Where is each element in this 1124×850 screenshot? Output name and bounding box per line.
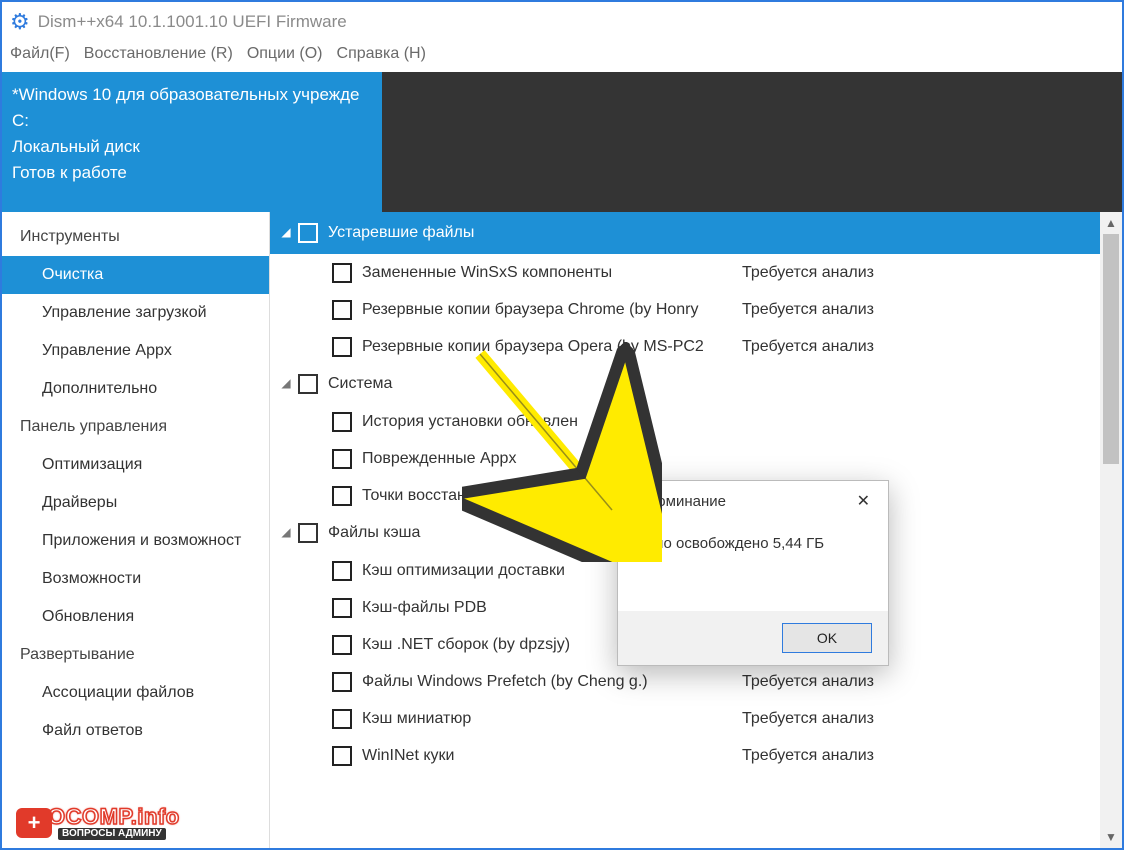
checkbox[interactable] [332, 561, 352, 581]
tree-item[interactable]: Кэш миниатюрТребуется анализ [270, 700, 1100, 737]
sidebar-item-appx[interactable]: Управление Appx [2, 332, 269, 370]
reminder-dialog: Напоминание ✕ Было освобождено 5,44 ГБ O… [617, 480, 889, 666]
vertical-scrollbar[interactable]: ▲ ▼ [1100, 212, 1122, 848]
tree-item[interactable]: Резервные копии браузера Opera (by MS-PC… [270, 328, 1100, 365]
sidebar-item-cleanup[interactable]: Очистка [2, 256, 269, 294]
checkbox[interactable] [332, 486, 352, 506]
checkbox[interactable] [332, 263, 352, 283]
category-system[interactable]: ◢ Система [270, 365, 1100, 403]
close-icon[interactable]: ✕ [851, 487, 876, 515]
sidebar-item-drivers[interactable]: Драйверы [2, 484, 269, 522]
checkbox[interactable] [298, 523, 318, 543]
menubar: Файл(F) Восстановление (R) Опции (O) Спр… [2, 42, 1122, 72]
watermark-text: OCOMP.info [48, 806, 180, 828]
checkbox[interactable] [332, 598, 352, 618]
sidebar-group-deploy[interactable]: Развертывание [2, 636, 269, 674]
image-line-drive: C: [12, 108, 372, 134]
category-obsolete[interactable]: ◢ Устаревшие файлы [270, 212, 1100, 254]
chevron-down-icon[interactable]: ◢ [276, 225, 296, 239]
image-tile-selected[interactable]: *Windows 10 для образовательных учрежде … [2, 72, 382, 212]
ok-button[interactable]: OK [782, 623, 872, 653]
dialog-message: Было освобождено 5,44 ГБ [618, 521, 888, 562]
checkbox[interactable] [332, 412, 352, 432]
sidebar-item-assoc[interactable]: Ассоциации файлов [2, 674, 269, 712]
plus-icon: + [16, 808, 52, 838]
app-window: ⚙ Dism++x64 10.1.1001.10 UEFI Firmware Ф… [0, 0, 1124, 850]
chevron-down-icon[interactable]: ◢ [276, 525, 296, 539]
tree-item[interactable]: WinINet кукиТребуется анализ [270, 737, 1100, 774]
window-title: Dism++x64 10.1.1001.10 UEFI Firmware [38, 12, 347, 32]
image-line-type: Локальный диск [12, 134, 372, 160]
menu-help[interactable]: Справка (H) [337, 45, 426, 63]
watermark: + OCOMP.info ВОПРОСЫ АДМИНУ [16, 806, 180, 840]
sidebar-item-apps[interactable]: Приложения и возможност [2, 522, 269, 560]
category-label: Система [328, 375, 392, 393]
checkbox[interactable] [332, 300, 352, 320]
sidebar-item-features[interactable]: Возможности [2, 560, 269, 598]
checkbox[interactable] [332, 672, 352, 692]
menu-file[interactable]: Файл(F) [10, 45, 70, 63]
image-line-os: *Windows 10 для образовательных учрежде [12, 82, 372, 108]
checkbox[interactable] [332, 635, 352, 655]
titlebar: ⚙ Dism++x64 10.1.1001.10 UEFI Firmware [2, 2, 1122, 42]
watermark-subtext: ВОПРОСЫ АДМИНУ [58, 828, 166, 840]
menu-restore[interactable]: Восстановление (R) [84, 45, 233, 63]
dialog-title: Напоминание [630, 493, 726, 510]
tree-item[interactable]: Файлы Windows Prefetch (by Cheng g.)Треб… [270, 663, 1100, 700]
gear-icon: ⚙ [10, 9, 30, 35]
tree-item[interactable]: Поврежденные Appx [270, 440, 1100, 477]
checkbox[interactable] [298, 374, 318, 394]
sidebar-item-boot[interactable]: Управление загрузкой [2, 294, 269, 332]
checkbox[interactable] [332, 449, 352, 469]
scroll-thumb[interactable] [1103, 234, 1119, 464]
category-label: Файлы кэша [328, 524, 420, 542]
menu-options[interactable]: Опции (O) [247, 45, 323, 63]
tree-item[interactable]: Замененные WinSxS компонентыТребуется ан… [270, 254, 1100, 291]
sidebar-group-tools[interactable]: Инструменты [2, 218, 269, 256]
image-line-status: Готов к работе [12, 160, 372, 186]
dialog-titlebar: Напоминание ✕ [618, 481, 888, 521]
image-strip: *Windows 10 для образовательных учрежде … [2, 72, 1122, 212]
chevron-down-icon[interactable]: ◢ [276, 376, 296, 390]
sidebar-item-unattend[interactable]: Файл ответов [2, 712, 269, 750]
main-area: Инструменты Очистка Управление загрузкой… [2, 212, 1122, 848]
checkbox[interactable] [298, 223, 318, 243]
tree-item[interactable]: Резервные копии браузера Chrome (by Honr… [270, 291, 1100, 328]
checkbox[interactable] [332, 709, 352, 729]
scroll-up-icon[interactable]: ▲ [1100, 212, 1122, 234]
sidebar-item-updates[interactable]: Обновления [2, 598, 269, 636]
sidebar-item-advanced[interactable]: Дополнительно [2, 370, 269, 408]
sidebar-group-control[interactable]: Панель управления [2, 408, 269, 446]
image-strip-empty [382, 72, 1122, 212]
scroll-down-icon[interactable]: ▼ [1100, 826, 1122, 848]
sidebar: Инструменты Очистка Управление загрузкой… [2, 212, 270, 848]
checkbox[interactable] [332, 746, 352, 766]
sidebar-item-optimize[interactable]: Оптимизация [2, 446, 269, 484]
checkbox[interactable] [332, 337, 352, 357]
category-label: Устаревшие файлы [328, 224, 474, 242]
dialog-footer: OK [618, 611, 888, 665]
tree-item[interactable]: История установки обновлен [270, 403, 1100, 440]
